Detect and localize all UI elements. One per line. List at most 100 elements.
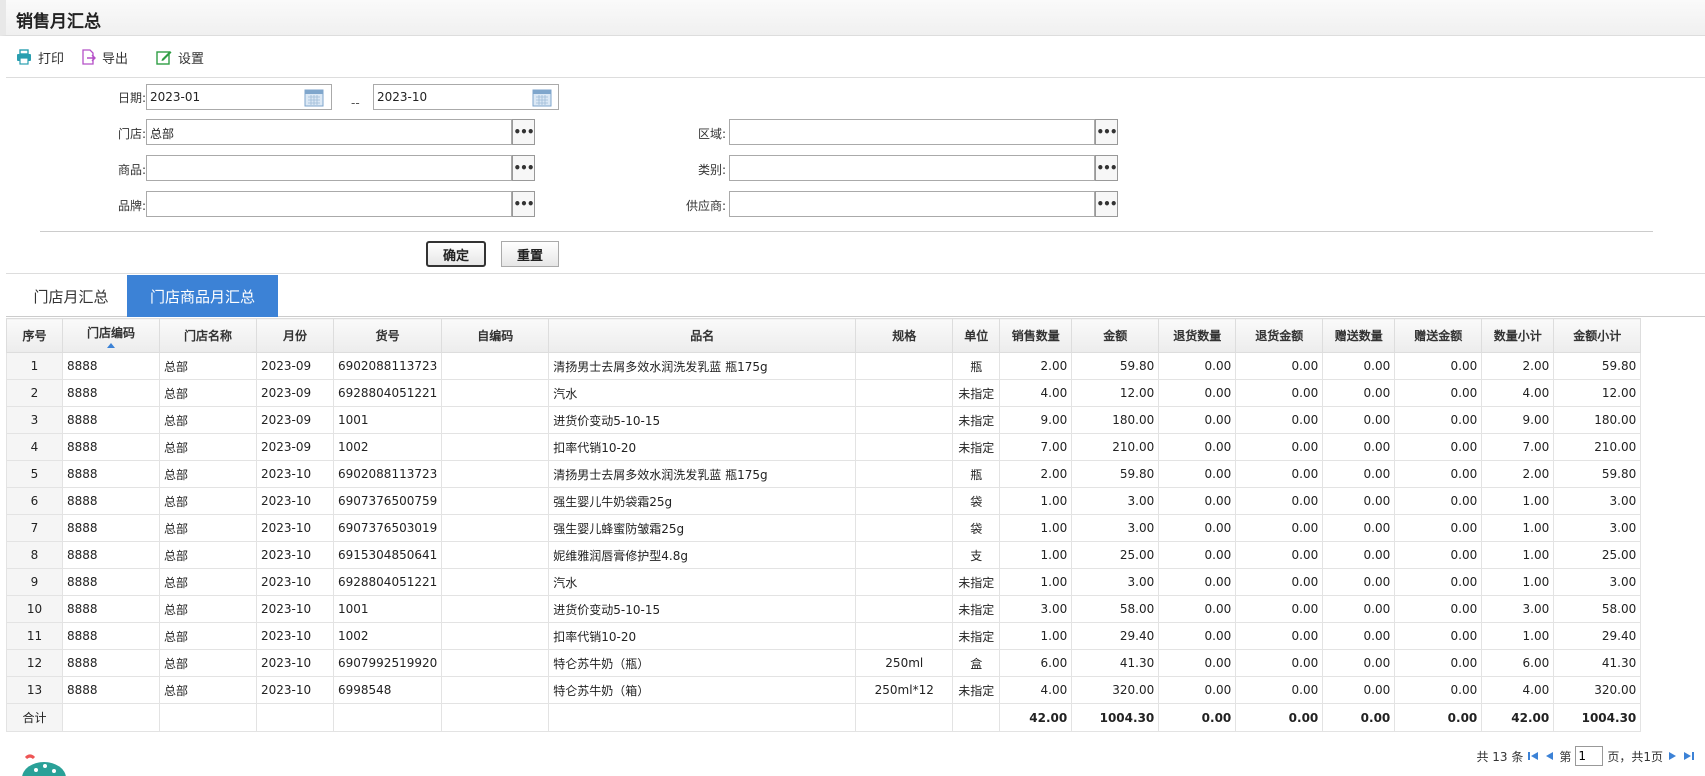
supplier-picker-button[interactable]: ••• <box>1095 191 1118 217</box>
table-row[interactable]: 10 8888 总部 2023-10 1001 进货价变动5-10-15 未指定 3.00 58… <box>6 595 1642 623</box>
store-picker-button[interactable]: ••• <box>512 119 535 145</box>
brand-label: 品牌: <box>117 199 146 213</box>
table-cell: 0.00 <box>1322 379 1396 407</box>
table-cell: 1.00 <box>1481 487 1555 515</box>
region-picker-button[interactable]: ••• <box>1095 119 1118 145</box>
brand-input[interactable] <box>146 191 512 217</box>
table-cell: 0.00 <box>1235 622 1324 650</box>
product-label: 商品: <box>117 163 146 177</box>
table-row[interactable]: 13 8888 总部 2023-10 6998548 特仑苏牛奶（箱） 250ml*12 未指… <box>6 676 1642 704</box>
category-label: 类别: <box>697 163 726 177</box>
column-header[interactable]: 规格 <box>855 318 954 353</box>
product-picker-button[interactable]: ••• <box>512 155 535 181</box>
table-cell: 3.00 <box>1553 514 1642 542</box>
page-number-input[interactable] <box>1575 746 1604 766</box>
column-header[interactable]: 金额 <box>1071 318 1160 353</box>
table-cell: 8888 <box>62 433 160 461</box>
tab-store-product-monthly[interactable]: 门店商品月汇总 <box>127 275 278 317</box>
printer-icon <box>17 49 31 65</box>
category-picker-button[interactable]: ••• <box>1095 155 1118 181</box>
table-cell: 支 <box>952 541 1001 569</box>
table-cell: 扣率代销10-20 <box>548 622 857 650</box>
table-cell: 180.00 <box>1553 406 1642 434</box>
table-cell: 0.00 <box>1394 433 1483 461</box>
column-header-label: 门店编码 <box>86 325 135 340</box>
tab-store-monthly[interactable]: 门店月汇总 <box>16 275 126 317</box>
table-row[interactable]: 8 8888 总部 2023-10 6915304850641 妮维雅润唇膏修护型4.8g… <box>6 541 1642 569</box>
column-header[interactable]: 赠送数量 <box>1322 318 1396 353</box>
table-cell: 0.00 <box>1394 649 1483 677</box>
table-cell: 妮维雅润唇膏修护型4.8g <box>548 541 857 569</box>
column-header[interactable]: 销售数量 <box>999 318 1073 353</box>
table-row[interactable]: 11 8888 总部 2023-10 1002 扣率代销10-20 未指定 1.00 29.40… <box>6 622 1642 650</box>
table-row[interactable]: 1 8888 总部 2023-09 6902088113723 清扬男士去屑多效水润洗发乳… <box>6 352 1642 380</box>
column-header[interactable]: 退货金额 <box>1235 318 1324 353</box>
table-cell: 0.00 <box>1158 379 1237 407</box>
column-header[interactable]: 退货数量 <box>1158 318 1237 353</box>
table-cell: 进货价变动5-10-15 <box>548 406 857 434</box>
table-row[interactable]: 6 8888 总部 2023-10 6907376500759 强生婴儿牛奶袋霜25g 袋 1… <box>6 487 1642 515</box>
title-bar: 销售月汇总 <box>0 0 1705 36</box>
table-row[interactable]: 4 8888 总部 2023-09 1002 扣率代销10-20 未指定 7.00 210.00… <box>6 433 1642 461</box>
region-input[interactable] <box>729 119 1095 145</box>
date-label: 日期: <box>117 91 146 105</box>
confirm-button[interactable]: 确定 <box>426 241 486 267</box>
column-header[interactable]: 门店名称 <box>159 318 257 353</box>
brand-picker-button[interactable]: ••• <box>512 191 535 217</box>
export-label: 导出 <box>102 51 129 67</box>
column-header-label: 规格 <box>892 329 917 343</box>
table-cell: 1.00 <box>999 487 1073 515</box>
column-header[interactable]: 金额小计 <box>1553 318 1642 353</box>
print-button[interactable]: 打印 <box>16 46 64 68</box>
column-header-label: 销售数量 <box>1011 329 1060 343</box>
column-header[interactable]: 门店编码 <box>62 318 160 353</box>
next-page-icon[interactable] <box>1667 750 1679 762</box>
table-cell: 8888 <box>62 514 160 542</box>
table-cell: 6902088113723 <box>332 352 443 380</box>
table-cell: 袋 <box>952 514 1001 542</box>
prev-page-icon[interactable] <box>1543 750 1555 762</box>
column-header[interactable]: 月份 <box>256 318 334 353</box>
table-cell <box>855 622 954 650</box>
column-header[interactable]: 数量小计 <box>1481 318 1555 353</box>
column-header-label: 金额 <box>1103 329 1128 343</box>
page-prefix: 第 <box>1559 749 1572 764</box>
table-cell: 8888 <box>62 568 160 596</box>
first-page-icon[interactable] <box>1527 750 1539 762</box>
product-input[interactable] <box>146 155 512 181</box>
table-cell: 0.00 <box>1394 622 1483 650</box>
column-header[interactable]: 货号 <box>332 318 443 353</box>
last-page-icon[interactable] <box>1683 750 1695 762</box>
column-header[interactable]: 序号 <box>6 318 63 353</box>
store-input[interactable]: 总部 <box>146 119 512 145</box>
column-header[interactable]: 自编码 <box>441 318 550 353</box>
table-row[interactable]: 2 8888 总部 2023-09 6928804051221 汽水 未指定 4.00 12.0… <box>6 379 1642 407</box>
table-cell: 2023-10 <box>256 568 334 596</box>
export-button[interactable]: 导出 <box>80 46 128 68</box>
table-row[interactable]: 3 8888 总部 2023-09 1001 进货价变动5-10-15 未指定 9.00 180… <box>6 406 1642 434</box>
table-cell: 0.00 <box>1394 487 1483 515</box>
column-header[interactable]: 品名 <box>548 318 857 353</box>
reset-button[interactable]: 重置 <box>501 241 559 267</box>
table-cell: 1002 <box>332 433 443 461</box>
table-cell <box>441 352 550 380</box>
table-cell: 总部 <box>159 433 257 461</box>
calendar-icon[interactable] <box>303 86 325 108</box>
settings-button[interactable]: 设置 <box>156 46 204 68</box>
table-cell: 0.00 <box>1158 568 1237 596</box>
table-row[interactable]: 7 8888 总部 2023-10 6907376503019 强生婴儿蜂蜜防皱霜25g 袋… <box>6 514 1642 542</box>
table-cell <box>855 487 954 515</box>
table-row[interactable]: 12 8888 总部 2023-10 6907992519920 特仑苏牛奶（瓶） 250m… <box>6 649 1642 677</box>
table-cell: 2023-09 <box>256 379 334 407</box>
table-row[interactable]: 5 8888 总部 2023-10 6902088113723 清扬男士去屑多效水润洗发乳… <box>6 460 1642 488</box>
category-input[interactable] <box>729 155 1095 181</box>
table-row[interactable]: 9 8888 总部 2023-10 6928804051221 汽水 未指定 1.00 3.00… <box>6 568 1642 596</box>
row-number: 10 <box>6 595 63 623</box>
column-header[interactable]: 单位 <box>952 318 1001 353</box>
calendar-icon[interactable] <box>531 86 553 108</box>
table-cell: 扣率代销10-20 <box>548 433 857 461</box>
table-cell: 7.00 <box>999 433 1073 461</box>
column-header[interactable]: 赠送金额 <box>1394 318 1483 353</box>
supplier-input[interactable] <box>729 191 1095 217</box>
total-cell <box>548 703 857 732</box>
